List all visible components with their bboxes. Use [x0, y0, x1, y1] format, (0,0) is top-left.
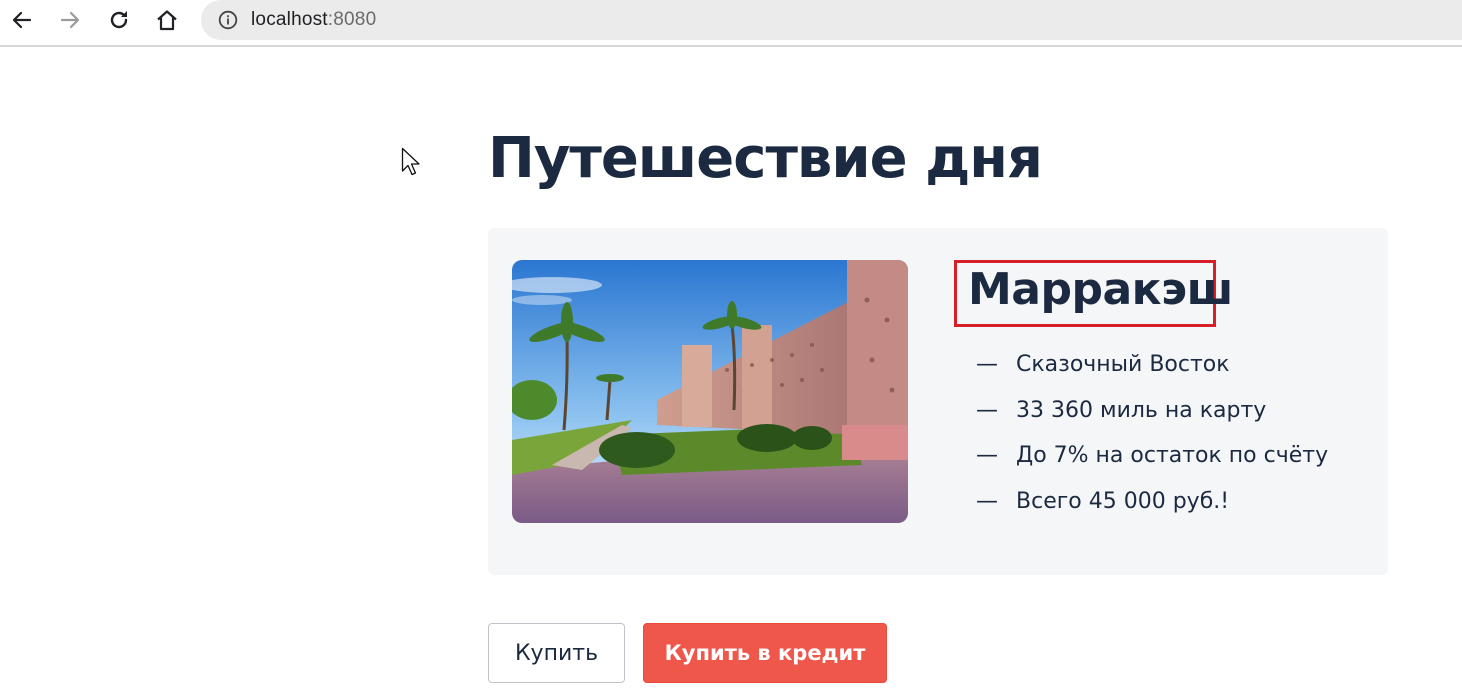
address-bar[interactable]: localhost:8080 — [201, 0, 1462, 40]
feature-text: Всего 45 000 руб.! — [1016, 488, 1230, 514]
list-item: — 33 360 миль на карту — [976, 398, 1328, 444]
city-photo — [512, 260, 908, 523]
marrakesh-wall-image — [512, 260, 908, 523]
list-item: — Всего 45 000 руб.! — [976, 489, 1328, 535]
list-dash: — — [976, 397, 998, 423]
arrow-left-icon — [12, 11, 32, 29]
city-name: Марракэш — [968, 264, 1233, 315]
url-port: :8080 — [327, 9, 377, 30]
feature-text: 33 360 миль на карту — [1016, 397, 1267, 423]
info-icon[interactable] — [218, 10, 238, 30]
reload-icon — [110, 11, 128, 29]
mouse-cursor-icon — [401, 147, 420, 176]
offer-card: Марракэш — Сказочный Восток — 33 360 миль … — [488, 228, 1388, 575]
arrow-right-icon — [60, 11, 80, 29]
home-button[interactable] — [153, 6, 181, 34]
buy-on-credit-button[interactable]: Купить в кредит — [643, 623, 887, 683]
url-host: localhost — [251, 9, 328, 30]
feature-text: До 7% на остаток по счёту — [1016, 443, 1329, 468]
browser-toolbar: localhost:8080 — [0, 0, 1462, 47]
list-dash: — — [976, 352, 998, 377]
back-button[interactable] — [8, 6, 36, 34]
feature-text: Сказочный Восток — [1016, 352, 1230, 377]
list-item: — Сказочный Восток — [976, 352, 1328, 398]
list-dash: — — [976, 488, 998, 514]
home-icon — [157, 10, 177, 31]
list-dash: — — [976, 443, 998, 468]
forward-button[interactable] — [56, 6, 84, 34]
url-text[interactable]: localhost:8080 — [251, 9, 376, 31]
feature-list: — Сказочный Восток —33 360 миль на карту … — [976, 352, 1328, 534]
buy-button[interactable]: Купить — [488, 623, 625, 683]
list-item: — До 7% на остаток по счёту — [976, 443, 1328, 489]
reload-button[interactable] — [105, 6, 133, 34]
page-title: Путешествие дня — [488, 126, 1043, 191]
